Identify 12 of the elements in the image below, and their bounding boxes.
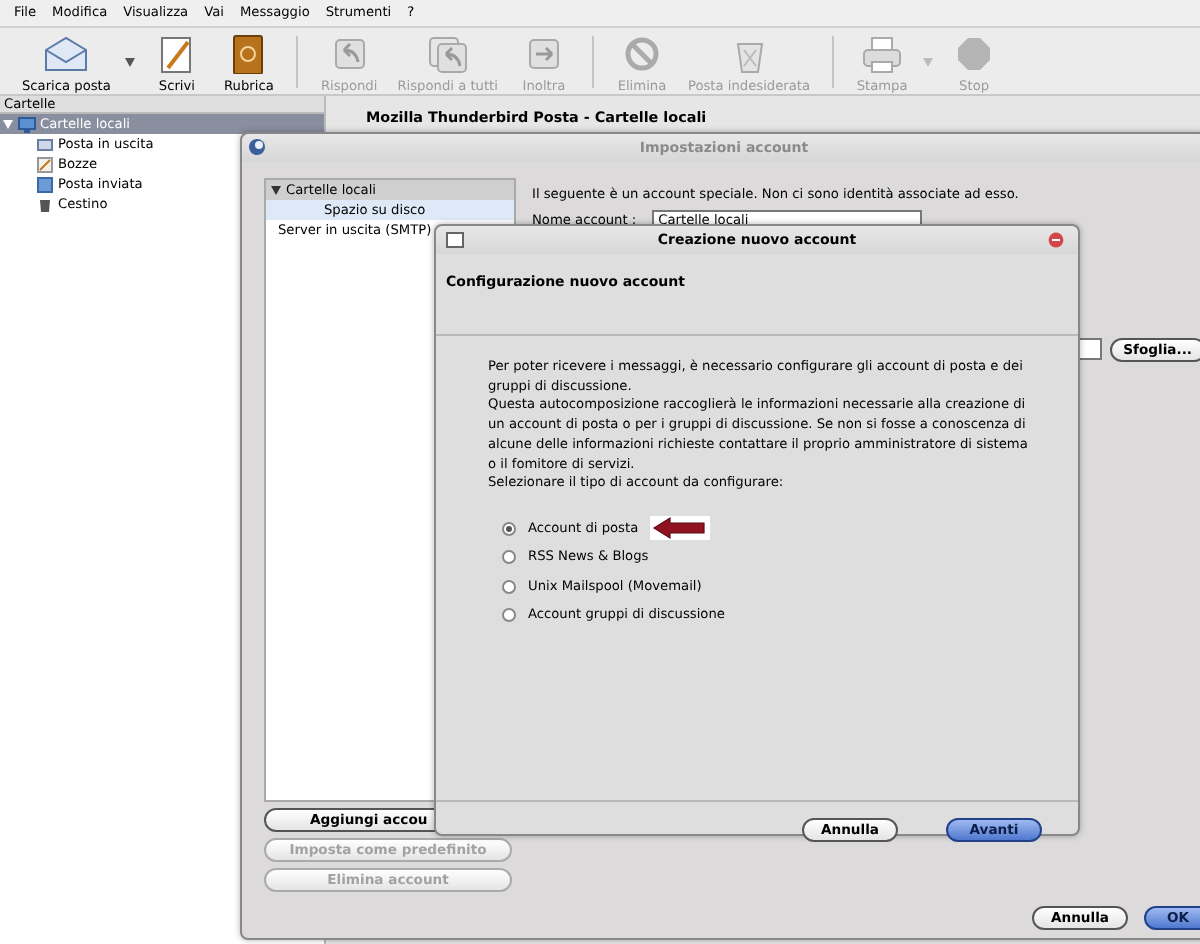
tree-toggle-icon[interactable]	[270, 184, 282, 196]
outbox-icon	[36, 135, 54, 153]
app-logo-icon	[248, 138, 266, 156]
folder-icon	[36, 175, 54, 193]
trash-icon	[36, 195, 54, 213]
envelope-icon	[40, 33, 93, 74]
dropdown-caret-icon[interactable]	[124, 55, 137, 67]
pencil-note-icon	[36, 155, 54, 173]
tree-toggle-icon[interactable]	[2, 118, 14, 130]
window-menu-icon	[446, 232, 464, 248]
computer-icon	[18, 115, 36, 133]
close-icon	[1048, 232, 1064, 248]
